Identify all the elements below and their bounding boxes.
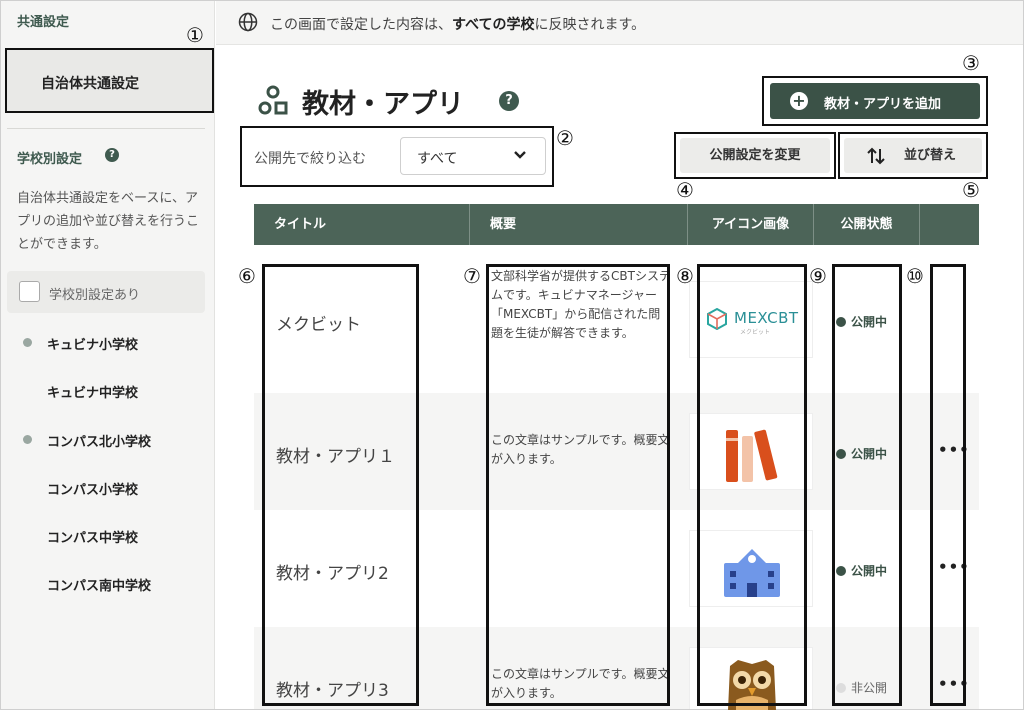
header-summary: 概要 <box>470 204 688 245</box>
globe-icon <box>238 12 258 32</box>
sidebar-item-school[interactable]: コンパス南中学校 <box>47 575 151 594</box>
info-message-prefix: この画面で設定した内容は、 <box>270 17 452 33</box>
checkbox-label: 学校別設定あり <box>49 288 141 303</box>
highlight-box-4: 公開設定を変更 <box>674 132 836 179</box>
annotation-6: ⑥ <box>238 264 256 288</box>
filter-label: 公開先で絞り込む <box>254 151 366 167</box>
school-settings-checkbox-row[interactable]: 学校別設定あり <box>7 271 205 313</box>
info-message: この画面で設定した内容は、すべての学校に反映されます。 <box>270 14 645 34</box>
sidebar-item-school[interactable]: キュビナ中学校 <box>47 382 138 401</box>
sidebar-item-school[interactable]: コンパス小学校 <box>47 479 138 498</box>
plus-icon: + <box>790 92 808 110</box>
sort-button[interactable]: 並び替え <box>844 138 982 173</box>
sidebar: 共通設定 自治体共通設定 学校別設定 ? 自治体共通設定をベースに、アプリの追加… <box>1 1 215 709</box>
annotation-10: ⑩ <box>906 264 924 288</box>
info-message-suffix: に反映されます。 <box>534 17 646 33</box>
table-header: タイトル 概要 アイコン画像 公開状態 <box>254 204 979 245</box>
school-marker-dot <box>23 435 32 444</box>
sidebar-common-heading: 共通設定 <box>17 15 70 30</box>
sidebar-item-label: 自治体共通設定 <box>41 76 139 92</box>
add-app-button[interactable]: + 教材・アプリを追加 <box>770 83 980 119</box>
header-title: タイトル <box>254 204 470 245</box>
sort-button-label: 並び替え <box>904 148 957 163</box>
annotation-3: ③ <box>962 51 980 75</box>
highlight-box-8 <box>697 264 807 706</box>
checkbox[interactable] <box>19 281 40 302</box>
sidebar-item-school[interactable]: コンパス北小学校 <box>47 431 151 450</box>
annotation-7: ⑦ <box>463 264 481 288</box>
sort-icon <box>867 147 885 165</box>
filter-select-value: すべて <box>417 151 458 167</box>
sidebar-item-common-settings[interactable]: 自治体共通設定 <box>5 48 214 113</box>
header-status: 公開状態 <box>814 204 920 245</box>
help-icon[interactable]: ? <box>499 91 519 111</box>
chevron-down-icon <box>514 151 526 159</box>
info-bar: この画面で設定した内容は、すべての学校に反映されます。 <box>216 1 1023 45</box>
highlight-box-7 <box>486 264 670 706</box>
annotation-5: ⑤ <box>962 178 980 202</box>
sidebar-school-heading-label: 学校別設定 <box>17 152 83 167</box>
annotation-9: ⑨ <box>809 264 827 288</box>
sidebar-school-heading: 学校別設定 ? <box>17 148 119 167</box>
highlight-box-3: + 教材・アプリを追加 <box>762 76 988 126</box>
apps-icon <box>258 85 288 115</box>
help-icon[interactable]: ? <box>105 148 119 162</box>
highlight-box-5: 並び替え <box>838 132 988 179</box>
annotation-8: ⑧ <box>676 264 694 288</box>
filter-select[interactable]: すべて <box>400 137 546 175</box>
school-marker-dot <box>23 338 32 347</box>
sidebar-description: 自治体共通設定をベースに、アプリの追加や並び替えを行うことができます。 <box>17 191 200 252</box>
sidebar-item-school[interactable]: コンパス中学校 <box>47 527 138 546</box>
highlight-box-9 <box>832 264 902 706</box>
highlight-box-2: 公開先で絞り込む すべて <box>240 126 554 187</box>
header-icon-image: アイコン画像 <box>688 204 814 245</box>
change-visibility-button[interactable]: 公開設定を変更 <box>680 138 830 173</box>
page-title: 教材・アプリ <box>302 89 464 120</box>
info-message-bold: すべての学校 <box>452 17 535 33</box>
sidebar-item-school[interactable]: キュビナ小学校 <box>47 334 138 353</box>
highlight-box-10 <box>930 264 966 706</box>
annotation-4: ④ <box>676 178 694 202</box>
annotation-1: ① <box>186 23 204 47</box>
add-app-button-label: 教材・アプリを追加 <box>824 97 942 112</box>
header-actions <box>920 204 979 245</box>
highlight-box-6 <box>262 264 419 706</box>
annotation-2: ② <box>556 126 574 150</box>
sidebar-divider <box>7 128 205 129</box>
